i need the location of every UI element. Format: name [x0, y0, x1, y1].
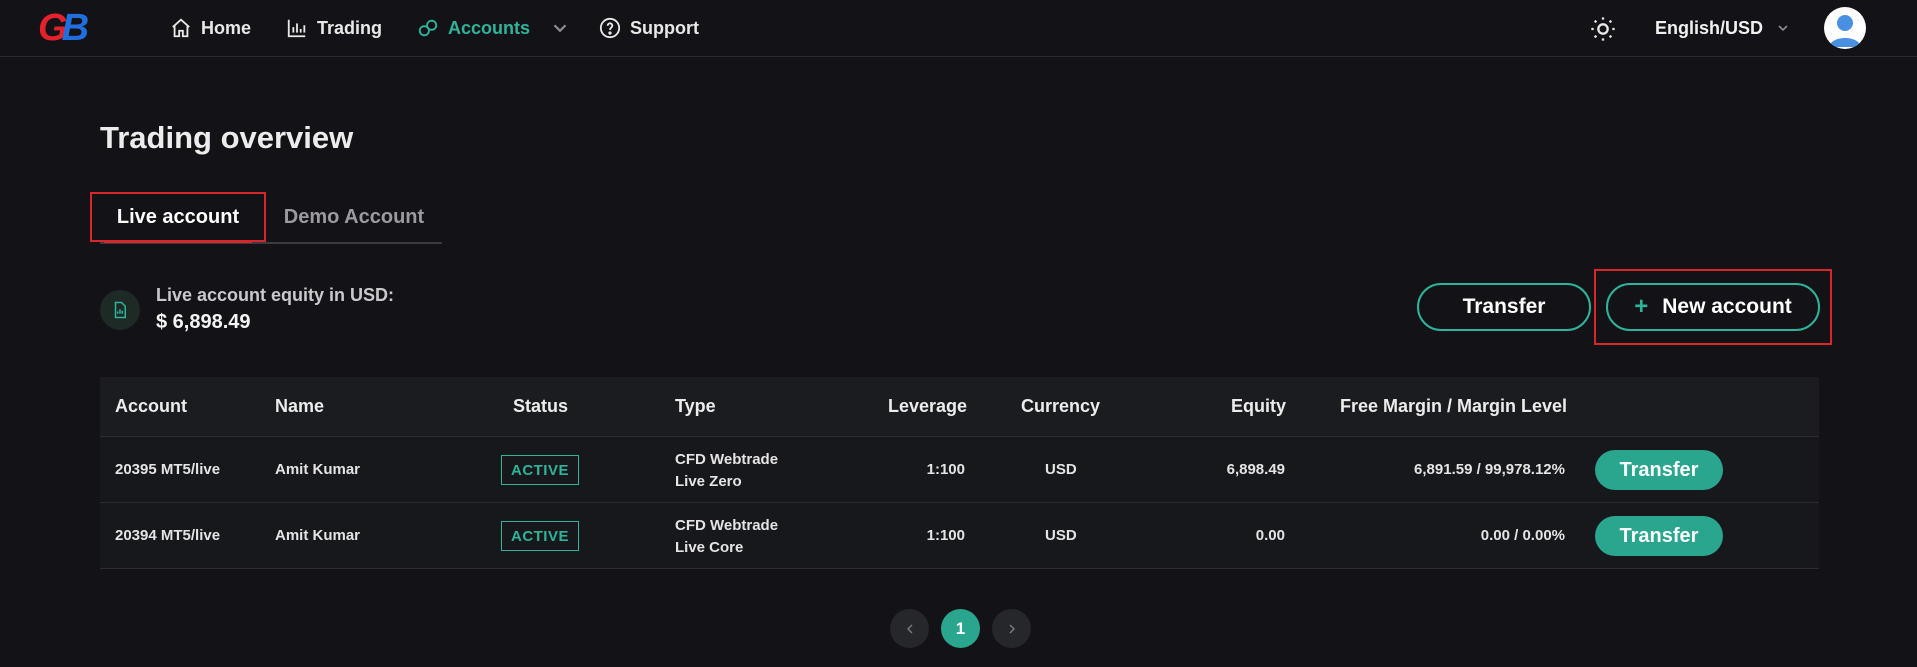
link-icon: [418, 19, 438, 37]
new-account-button[interactable]: + New account: [1606, 283, 1820, 331]
currency-value: USD: [1045, 461, 1077, 478]
column-header-leverage: Leverage: [888, 396, 968, 416]
column-header-account: Account: [115, 396, 187, 416]
new-account-label: New account: [1662, 295, 1792, 318]
column-header-free-margin: Free Margin / Margin Level: [1340, 396, 1568, 416]
account-type-line: Live Zero: [675, 473, 742, 490]
account-name: Amit Kumar: [275, 527, 361, 544]
page-number-button[interactable]: 1: [941, 609, 980, 648]
nav-item-trading[interactable]: Trading: [286, 15, 382, 41]
table-header: Account Name Status Type Leverage Curren…: [100, 377, 1819, 437]
status-badge: ACTIVE: [501, 455, 579, 485]
top-navigation-bar: G B Home Trading Accounts Support Englis…: [0, 0, 1917, 57]
leverage-value: 1:100: [926, 461, 965, 478]
page-title: Trading overview: [100, 120, 354, 155]
margin-value: 0.00 / 0.00%: [1480, 527, 1565, 544]
column-header-type: Type: [675, 396, 716, 416]
chevron-down-icon: [1778, 25, 1788, 32]
chevron-left-icon: [906, 624, 912, 633]
row-transfer-button[interactable]: Transfer: [1595, 450, 1723, 490]
document-chart-icon: [100, 290, 140, 330]
tab-demo-account[interactable]: Demo Account: [266, 192, 442, 242]
theme-toggle-button[interactable]: [1589, 15, 1617, 43]
equity-value: 0.00: [1255, 527, 1285, 544]
user-icon: [1829, 15, 1861, 47]
column-header-status: Status: [513, 396, 569, 416]
chevron-right-icon: [1009, 624, 1015, 633]
column-header-name: Name: [275, 396, 325, 416]
next-page-button[interactable]: [992, 609, 1031, 648]
equity-value: 6,898.49: [1226, 461, 1285, 478]
nav-item-accounts[interactable]: Accounts: [417, 15, 571, 41]
currency-value: USD: [1045, 527, 1077, 544]
row-transfer-button[interactable]: Transfer: [1595, 516, 1723, 556]
sun-icon: [1591, 17, 1615, 41]
language-label: English/USD: [1655, 17, 1764, 38]
account-type-line: Live Core: [675, 539, 744, 556]
column-header-currency: Currency: [1021, 396, 1101, 416]
account-tabs: Live account Demo Account: [90, 192, 442, 244]
column-header-equity: Equity: [1231, 396, 1287, 416]
account-type: CFD Webtrade Live Core: [675, 515, 778, 559]
leverage-value: 1:100: [926, 527, 965, 544]
account-type: CFD Webtrade Live Zero: [675, 449, 778, 493]
table-row: 20394 MT5/live Amit Kumar ACTIVE CFD Web…: [100, 503, 1819, 569]
chevron-down-icon: [553, 24, 567, 33]
equity-value: $ 6,898.49: [156, 311, 251, 333]
nav-item-home[interactable]: Home: [170, 15, 251, 41]
status-badge: ACTIVE: [501, 521, 579, 551]
logo-letter-b: B: [61, 6, 90, 49]
tab-live-account[interactable]: Live account: [90, 192, 266, 243]
nav-item-label: Home: [201, 17, 252, 38]
chart-bar-icon: [287, 19, 306, 38]
margin-value: 6,891.59 / 99,978.12%: [1414, 461, 1565, 478]
nav-item-support[interactable]: Support: [599, 15, 699, 41]
nav-item-label: Support: [630, 17, 699, 38]
equity-label: Live account equity in USD:: [156, 285, 395, 305]
nav-item-label: Trading: [317, 17, 383, 38]
plus-icon: +: [1634, 293, 1649, 320]
previous-page-button[interactable]: [890, 609, 929, 648]
account-id: 20395 MT5/live: [115, 461, 221, 478]
help-circle-icon: [599, 17, 621, 39]
pagination: 1: [890, 609, 1031, 648]
language-selector[interactable]: English/USD: [1655, 15, 1791, 41]
home-icon: [172, 18, 190, 38]
user-avatar[interactable]: [1824, 7, 1866, 49]
brand-logo[interactable]: G B: [38, 7, 102, 49]
transfer-button[interactable]: Transfer: [1417, 283, 1591, 331]
account-type-line: CFD Webtrade: [675, 517, 779, 534]
nav-item-label: Accounts: [448, 17, 531, 38]
accounts-table: Account Name Status Type Leverage Curren…: [100, 377, 1819, 569]
account-type-line: CFD Webtrade: [675, 451, 779, 468]
table-row: 20395 MT5/live Amit Kumar ACTIVE CFD Web…: [100, 437, 1819, 503]
account-id: 20394 MT5/live: [115, 527, 221, 544]
account-name: Amit Kumar: [275, 461, 361, 478]
logo-letter-g: G: [38, 6, 67, 49]
